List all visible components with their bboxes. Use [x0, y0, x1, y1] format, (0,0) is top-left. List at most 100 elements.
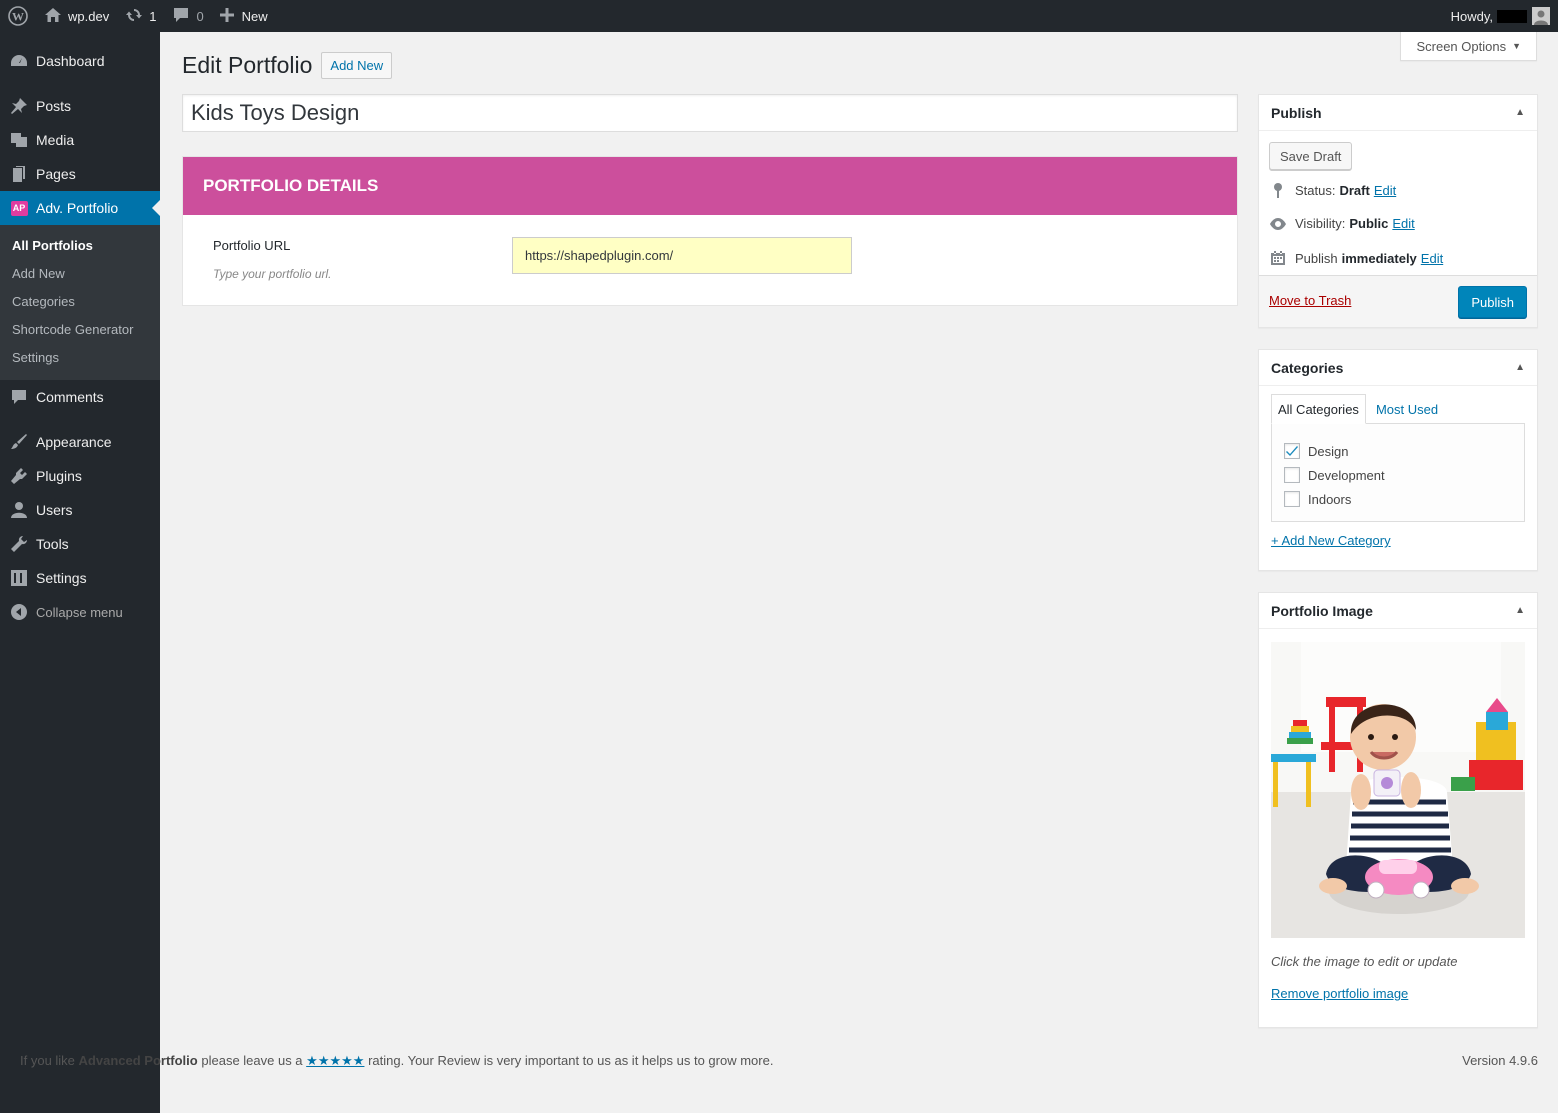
menu-label: Tools: [36, 536, 69, 552]
menu-item-tools[interactable]: Tools: [0, 527, 160, 561]
comment-icon: [9, 387, 29, 407]
edit-visibility-link[interactable]: Edit: [1392, 216, 1414, 231]
account-menu[interactable]: Howdy,: [1451, 7, 1558, 25]
collapse-label: Collapse menu: [36, 604, 123, 620]
checkbox-checked[interactable]: [1284, 443, 1300, 459]
edit-status-link[interactable]: Edit: [1374, 183, 1396, 198]
categories-box-header[interactable]: Categories ▲: [1259, 350, 1537, 386]
publish-box-header[interactable]: Publish ▲: [1259, 95, 1537, 131]
comments-link[interactable]: 0: [164, 0, 211, 32]
checkbox[interactable]: [1284, 491, 1300, 507]
page-title: Edit Portfolio: [182, 52, 313, 78]
submenu-categories[interactable]: Categories: [0, 288, 160, 316]
tab-all-categories[interactable]: All Categories: [1271, 394, 1366, 424]
menu-label: Plugins: [36, 468, 82, 484]
howdy-text: Howdy,: [1450, 8, 1493, 24]
wordpress-logo-icon[interactable]: W: [0, 0, 36, 32]
eye-icon: [1269, 217, 1287, 230]
move-to-trash-link[interactable]: Move to Trash: [1269, 293, 1351, 308]
site-name: wp.dev: [68, 8, 110, 24]
menu-label: Settings: [36, 570, 87, 586]
rating-stars-link[interactable]: ★★★★★: [306, 1053, 364, 1068]
portfolio-url-label: Portfolio URL: [213, 238, 291, 253]
menu-label: Posts: [36, 98, 72, 114]
menu-item-dashboard[interactable]: Dashboard: [0, 44, 160, 78]
edit-date-link[interactable]: Edit: [1421, 251, 1443, 266]
menu-item-comments[interactable]: Comments: [0, 380, 160, 414]
collapse-toggle-icon[interactable]: ▲: [1515, 107, 1525, 118]
publish-value: immediately: [1341, 250, 1417, 266]
menu-item-adv-portfolio[interactable]: AP Adv. Portfolio: [0, 191, 160, 225]
new-label: New: [241, 8, 268, 24]
username-redacted: [1497, 9, 1527, 23]
menu-item-appearance[interactable]: Appearance: [0, 425, 160, 459]
page-header: Edit Portfolio Add New: [182, 52, 393, 79]
collapse-toggle-icon[interactable]: ▲: [1515, 362, 1525, 373]
menu-item-plugins[interactable]: Plugins: [0, 459, 160, 493]
categories-box: Categories ▲ All Categories Most Used De…: [1258, 349, 1538, 571]
pages-icon: [9, 164, 29, 184]
footer-plugin-name: Advanced Portfolio: [78, 1053, 198, 1068]
ap-badge-icon: AP: [9, 198, 29, 218]
menu-item-settings[interactable]: Settings: [0, 561, 160, 595]
checkbox[interactable]: [1284, 467, 1300, 483]
add-new-button[interactable]: Add New: [321, 52, 393, 79]
user-icon: [9, 500, 29, 520]
updates-link[interactable]: 1: [117, 0, 164, 32]
category-item-development[interactable]: Development: [1272, 463, 1524, 487]
collapse-menu-button[interactable]: Collapse menu: [0, 595, 160, 629]
checkmark-icon: [1286, 446, 1298, 456]
menu-item-users[interactable]: Users: [0, 493, 160, 527]
menu-item-pages[interactable]: Pages: [0, 157, 160, 191]
refresh-icon: [125, 6, 143, 27]
settings-icon: [9, 568, 29, 588]
categories-box-title: Categories: [1271, 359, 1344, 376]
visibility-label: Visibility:: [1295, 216, 1346, 231]
portfolio-details-heading: PORTFOLIO DETAILS: [183, 157, 1237, 215]
menu-label: Pages: [36, 166, 76, 182]
submenu-add-new[interactable]: Add New: [0, 260, 160, 288]
wp-version: Version 4.9.6: [1462, 1053, 1538, 1068]
portfolio-image[interactable]: [1271, 642, 1525, 938]
publish-actions: Move to Trash Publish: [1259, 275, 1537, 327]
collapse-icon: [9, 602, 29, 622]
plugin-icon: [9, 466, 29, 486]
visibility-value: Public: [1349, 216, 1389, 231]
portfolio-url-input[interactable]: https://shapedplugin.com/: [512, 237, 852, 274]
portfolio-image-box-header[interactable]: Portfolio Image ▲: [1259, 593, 1537, 629]
media-icon: [9, 130, 29, 150]
plus-icon: [219, 7, 234, 25]
category-item-design[interactable]: Design: [1272, 439, 1524, 463]
screen-options-button[interactable]: Screen Options ▼: [1400, 32, 1537, 61]
publish-button[interactable]: Publish: [1458, 286, 1527, 318]
tab-most-used[interactable]: Most Used: [1366, 394, 1444, 424]
status-row: Status: Draft Edit: [1269, 182, 1396, 198]
caret-down-icon: ▼: [1512, 41, 1521, 51]
updates-count: 1: [149, 8, 157, 24]
save-draft-button[interactable]: Save Draft: [1269, 142, 1353, 170]
menu-item-media[interactable]: Media: [0, 123, 160, 157]
pin-icon: [1269, 182, 1287, 198]
add-new-category-link[interactable]: + Add New Category: [1271, 533, 1391, 548]
ap-badge: AP: [10, 200, 28, 216]
menu-label: Users: [36, 502, 73, 518]
category-label: Development: [1308, 467, 1385, 483]
submenu-settings[interactable]: Settings: [0, 344, 160, 372]
menu-item-posts[interactable]: Posts: [0, 89, 160, 123]
new-content-link[interactable]: New: [212, 0, 276, 32]
avatar: [1532, 7, 1550, 25]
remove-portfolio-image-link[interactable]: Remove portfolio image: [1271, 986, 1408, 1001]
admin-bar: W wp.dev 1 0 New Howdy,: [0, 0, 1558, 32]
site-name-link[interactable]: wp.dev: [36, 0, 117, 32]
submenu-all-portfolios[interactable]: All Portfolios: [0, 232, 160, 260]
post-title-input[interactable]: Kids Toys Design: [182, 94, 1238, 132]
collapse-toggle-icon[interactable]: ▲: [1515, 605, 1525, 616]
menu-label: Adv. Portfolio: [36, 200, 119, 216]
footer-text: If you like Advanced Portfolio please le…: [20, 1053, 773, 1069]
category-item-indoors[interactable]: Indoors: [1272, 487, 1524, 511]
category-label: Design: [1308, 443, 1349, 459]
category-label: Indoors: [1308, 491, 1352, 507]
category-tabs: All Categories Most Used: [1271, 394, 1444, 424]
submenu-shortcode-generator[interactable]: Shortcode Generator: [0, 316, 160, 344]
publish-date-row: Publish immediately Edit: [1269, 250, 1443, 266]
